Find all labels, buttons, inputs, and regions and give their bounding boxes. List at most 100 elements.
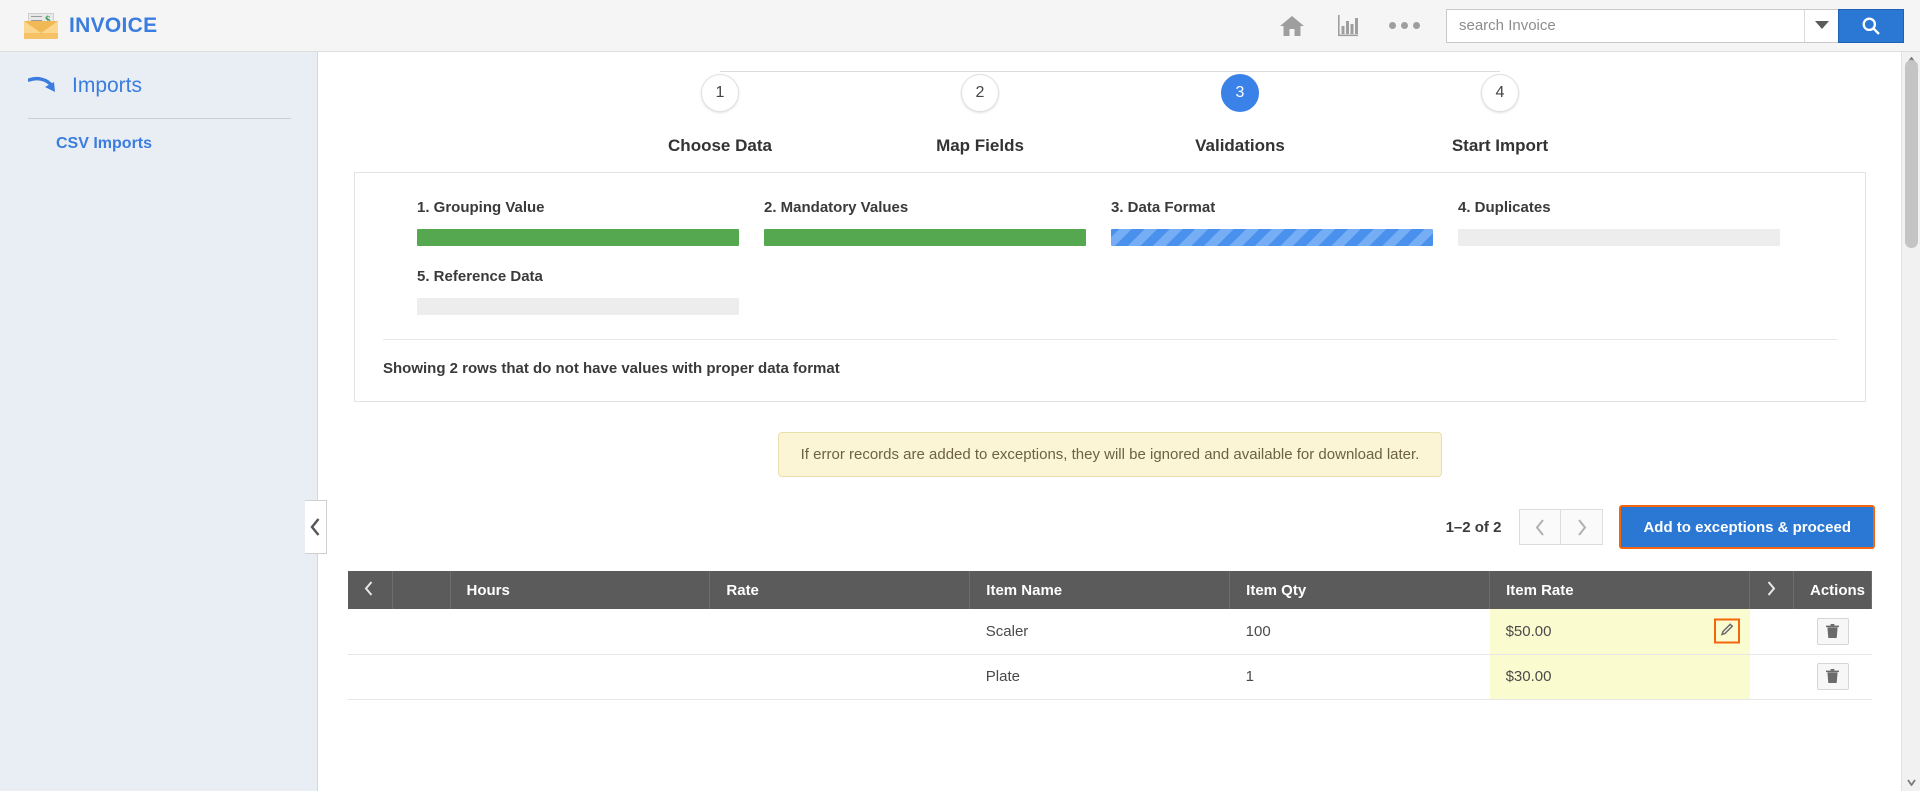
cell-item-name: Plate <box>969 654 1230 700</box>
table-scroll-right-button[interactable] <box>1749 571 1794 609</box>
pencil-icon <box>1720 622 1734 640</box>
step-number: 4 <box>1481 74 1519 112</box>
cell-actions <box>1793 654 1872 700</box>
search-button[interactable] <box>1838 8 1904 43</box>
pagination-prev-button[interactable] <box>1519 509 1562 545</box>
progress-fill <box>1111 229 1433 246</box>
cell-item-rate-value: $30.00 <box>1505 668 1552 685</box>
chevron-left-icon <box>364 580 373 596</box>
table-column-blank <box>392 571 451 609</box>
step-number: 1 <box>701 74 739 112</box>
sidebar-item-csv-imports[interactable]: CSV Imports <box>0 119 317 153</box>
step-label: Map Fields <box>936 136 1024 155</box>
search-icon <box>1862 17 1880 35</box>
search-input[interactable] <box>1447 9 1804 42</box>
step-start-import[interactable]: 4 Start Import <box>1390 74 1610 156</box>
cell-hours <box>450 609 710 655</box>
cell-item-name: Scaler <box>969 609 1230 655</box>
step-number: 2 <box>961 74 999 112</box>
table-scroll-left-button[interactable] <box>348 571 393 609</box>
progress-track <box>417 298 739 315</box>
validation-reference-data: 5. Reference Data <box>417 268 764 315</box>
sidebar-section-label: Imports <box>72 74 143 97</box>
app-header: $ INVOICE <box>0 0 1920 52</box>
row-nav-cell <box>348 609 392 655</box>
home-icon[interactable] <box>1264 0 1320 52</box>
table-column-hours[interactable]: Hours <box>450 571 711 609</box>
chevron-left-icon <box>1535 518 1544 536</box>
more-dots-icon[interactable] <box>1376 0 1432 52</box>
cell-item-rate-value: $50.00 <box>1505 622 1552 640</box>
table-column-item-name[interactable]: Item Name <box>969 571 1231 609</box>
progress-track <box>1111 229 1433 246</box>
cell-item-rate[interactable]: $30.00 <box>1489 654 1750 700</box>
chevron-right-icon <box>1767 580 1776 596</box>
table-column-rate[interactable]: Rate <box>709 571 971 609</box>
progress-fill <box>764 229 1086 246</box>
validation-label: 4. Duplicates <box>1458 199 1551 216</box>
add-to-exceptions-proceed-button[interactable]: Add to exceptions & proceed <box>1621 507 1873 547</box>
exceptions-info-callout: If error records are added to exceptions… <box>777 432 1443 477</box>
validation-label: 5. Reference Data <box>417 268 543 285</box>
validation-bars: 1. Grouping Value 2. Mandatory Values 3.… <box>355 199 1865 337</box>
brand[interactable]: $ INVOICE <box>0 12 158 39</box>
progress-track <box>1458 229 1780 246</box>
table-column-item-qty[interactable]: Item Qty <box>1229 571 1491 609</box>
table-row: Scaler 100 $50.00 <box>348 609 1872 655</box>
sidebar-collapse-toggle[interactable] <box>305 500 327 554</box>
pagination-next-button[interactable] <box>1561 509 1604 545</box>
delete-row-button[interactable] <box>1816 663 1849 690</box>
step-label: Choose Data <box>668 136 772 155</box>
edit-item-rate-button[interactable] <box>1713 618 1740 644</box>
validation-grouping-value: 1. Grouping Value <box>417 199 764 246</box>
step-number: 3 <box>1221 74 1259 112</box>
proceed-highlight-ring: Add to exceptions & proceed <box>1619 505 1875 549</box>
step-choose-data[interactable]: 1 Choose Data <box>610 74 830 156</box>
table-toolbar: 1–2 of 2 Add to exceptions & proceed <box>319 477 1901 549</box>
search-box[interactable] <box>1446 8 1838 43</box>
delete-row-button[interactable] <box>1816 617 1849 645</box>
trash-icon <box>1826 623 1839 638</box>
info-callout-row: If error records are added to exceptions… <box>319 432 1901 477</box>
chevron-down-icon[interactable] <box>1804 9 1838 42</box>
error-records-table: Hours Rate Item Name Item Qty Item Rate … <box>348 571 1872 700</box>
validation-duplicates: 4. Duplicates <box>1458 199 1805 246</box>
table-column-actions: Actions <box>1793 571 1872 609</box>
progress-fill <box>417 229 739 246</box>
search-area <box>1446 8 1904 43</box>
row-blank-cell <box>392 654 450 700</box>
cell-rate <box>709 654 970 700</box>
step-validations[interactable]: 3 Validations <box>1130 74 1350 156</box>
sidebar-section-imports[interactable]: Imports <box>0 52 317 98</box>
validations-panel: 1. Grouping Value 2. Mandatory Values 3.… <box>354 172 1866 402</box>
cell-hours <box>450 654 710 700</box>
import-wizard-stepper: 1 Choose Data 2 Map Fields 3 Validations… <box>610 52 1610 162</box>
stepper-connector <box>720 71 1500 72</box>
page-scrollbar[interactable] <box>1901 52 1920 791</box>
chevron-left-icon <box>310 518 320 536</box>
table-column-item-rate[interactable]: Item Rate <box>1489 571 1750 609</box>
row-nav-cell-right <box>1749 654 1794 700</box>
sidebar: Imports CSV Imports <box>0 52 318 791</box>
header-actions <box>1264 0 1920 52</box>
table-row: Plate 1 $30.00 <box>348 654 1872 700</box>
table-header-row: Hours Rate Item Name Item Qty Item Rate … <box>348 571 1872 609</box>
cell-rate <box>709 609 970 655</box>
cell-actions <box>1793 609 1872 655</box>
scroll-down-arrow-icon[interactable] <box>1902 774 1920 791</box>
cell-item-rate[interactable]: $50.00 <box>1489 609 1750 655</box>
cell-item-qty: 1 <box>1229 654 1490 700</box>
step-map-fields[interactable]: 2 Map Fields <box>870 74 1090 156</box>
validation-label: 1. Grouping Value <box>417 199 545 216</box>
validation-summary-text: Showing 2 rows that do not have values w… <box>383 360 840 377</box>
page-title: INVOICE <box>69 13 158 37</box>
trash-icon <box>1826 669 1839 683</box>
main-content: 1 Choose Data 2 Map Fields 3 Validations… <box>319 52 1901 791</box>
import-arrow-icon <box>27 76 58 96</box>
progress-track <box>764 229 1086 246</box>
progress-track <box>417 229 739 246</box>
step-label: Validations <box>1195 136 1285 155</box>
step-label: Start Import <box>1451 136 1549 155</box>
bar-chart-icon[interactable] <box>1320 0 1376 52</box>
scrollbar-thumb[interactable] <box>1905 60 1918 248</box>
